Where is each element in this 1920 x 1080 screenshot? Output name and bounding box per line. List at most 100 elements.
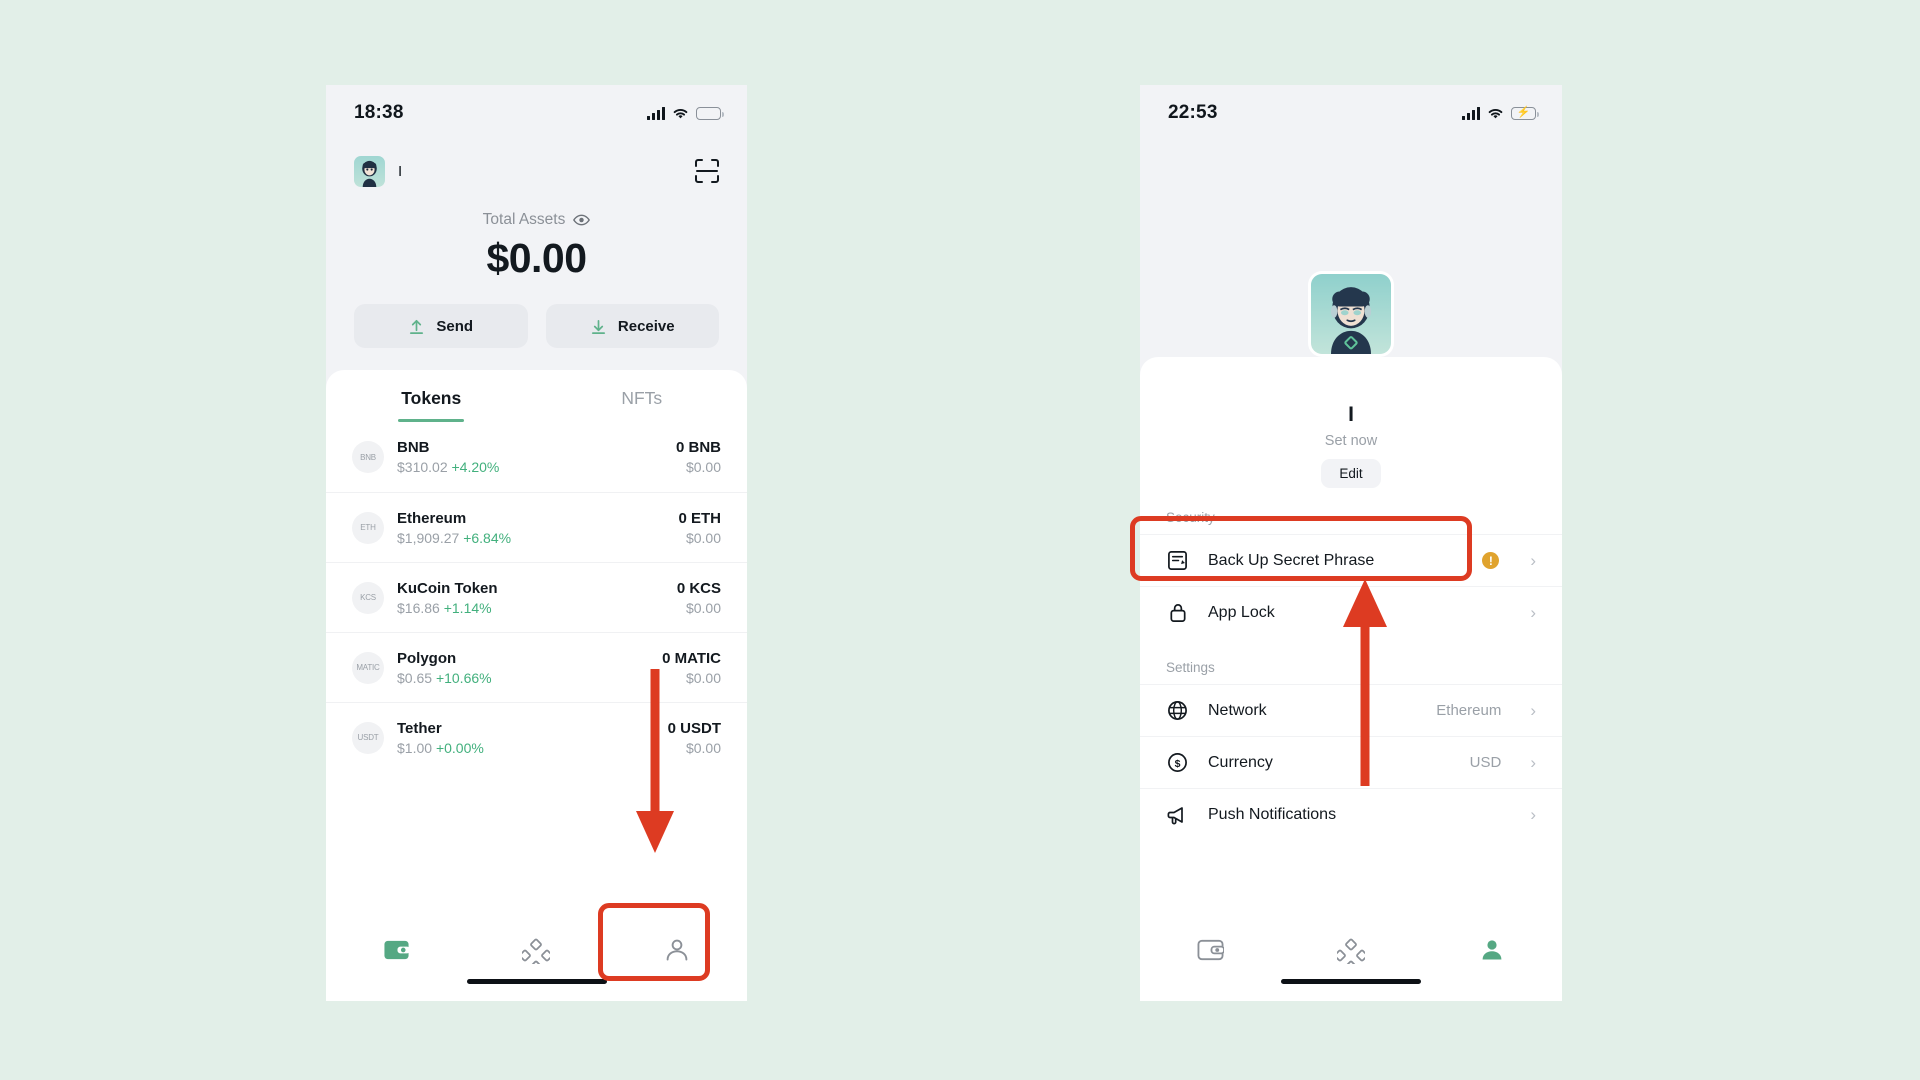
token-logo: ETH bbox=[352, 511, 384, 544]
chevron-right-icon: › bbox=[1530, 753, 1536, 772]
token-name: Tether bbox=[397, 719, 442, 737]
token-value: $0.00 bbox=[685, 529, 721, 546]
arrow-down-icon bbox=[591, 319, 605, 334]
nav-item-discover[interactable] bbox=[1313, 927, 1389, 973]
assets-card: Tokens NFTs BNB BNB $310.02 +4.20% 0 BNB… bbox=[326, 370, 747, 1001]
token-list: BNB BNB $310.02 +4.20% 0 BNB $0.00 ETH E… bbox=[326, 422, 747, 772]
nav-item-wallet[interactable] bbox=[1172, 927, 1248, 973]
token-price-row: $1.00 +0.00% bbox=[397, 740, 655, 756]
charging-bolt-icon: ⚡ bbox=[1516, 106, 1531, 119]
home-indicator bbox=[466, 979, 607, 984]
wifi-icon bbox=[673, 108, 688, 118]
home-indicator bbox=[1281, 979, 1421, 984]
asset-tabs: Tokens NFTs bbox=[326, 370, 747, 422]
settings-row-network[interactable]: Network Ethereum › bbox=[1140, 684, 1562, 736]
token-price-row: $310.02 +4.20% bbox=[397, 459, 663, 475]
status-icons: ⚡ bbox=[1462, 106, 1539, 120]
chevron-right-icon: › bbox=[1530, 551, 1536, 570]
receive-label: Receive bbox=[617, 317, 675, 335]
token-change: +6.84% bbox=[463, 529, 512, 546]
settings-row-label: Network bbox=[1208, 701, 1267, 719]
token-balance: 0 KCS bbox=[676, 579, 721, 597]
table-row[interactable]: USDT Tether $1.00 +0.00% 0 USDT $0.00 bbox=[326, 702, 747, 772]
screenshot-stage: 18:38 I Total Assets $0.00 Send Receive … bbox=[0, 0, 1920, 1080]
token-logo: BNB bbox=[352, 441, 384, 473]
table-row[interactable]: BNB BNB $310.02 +4.20% 0 BNB $0.00 bbox=[326, 422, 747, 492]
section-header-settings: Settings bbox=[1166, 660, 1215, 675]
bottom-navigation bbox=[326, 909, 747, 1001]
status-icons bbox=[647, 106, 724, 120]
token-value: $0.00 bbox=[685, 739, 721, 756]
receive-button[interactable]: Receive bbox=[545, 304, 719, 348]
account-avatar[interactable] bbox=[354, 155, 385, 187]
megaphone-icon bbox=[1166, 803, 1189, 826]
profile-card: I Set now Edit Security Back Up Secret P… bbox=[1140, 357, 1562, 1001]
table-row[interactable]: MATIC Polygon $0.65 +10.66% 0 MATIC $0.0… bbox=[326, 632, 747, 702]
svg-text:$: $ bbox=[1175, 758, 1181, 770]
edit-profile-button[interactable]: Edit bbox=[1321, 459, 1381, 488]
table-row[interactable]: KCS KuCoin Token $16.86 +1.14% 0 KCS $0.… bbox=[326, 562, 747, 632]
nav-item-profile[interactable] bbox=[639, 927, 715, 973]
profile-name: I bbox=[1348, 403, 1354, 426]
token-change: +0.00% bbox=[435, 739, 484, 756]
nav-item-wallet[interactable] bbox=[358, 927, 434, 973]
chevron-right-icon: › bbox=[1530, 805, 1536, 824]
tab-tokens-label: Tokens bbox=[401, 388, 462, 408]
discover-icon bbox=[522, 938, 551, 964]
scan-qr-icon[interactable] bbox=[693, 157, 721, 185]
chevron-right-icon: › bbox=[1530, 603, 1536, 622]
tab-nfts[interactable]: NFTs bbox=[537, 388, 748, 422]
token-name: KuCoin Token bbox=[397, 579, 498, 597]
bottom-navigation bbox=[1140, 909, 1562, 1001]
token-balance: 0 ETH bbox=[678, 509, 721, 527]
wallet-header: I bbox=[326, 141, 747, 195]
battery-charging-icon: ⚡ bbox=[1511, 106, 1539, 120]
token-value: $0.00 bbox=[685, 669, 721, 686]
token-value: $0.00 bbox=[685, 599, 721, 616]
settings-row-value: Ethereum bbox=[1436, 702, 1502, 719]
send-button[interactable]: Send bbox=[354, 304, 528, 348]
status-time: 18:38 bbox=[354, 102, 404, 123]
nav-item-discover[interactable] bbox=[498, 927, 574, 973]
nav-item-profile[interactable] bbox=[1454, 927, 1530, 973]
settings-row-currency[interactable]: $ Currency USD › bbox=[1140, 736, 1562, 788]
settings-row-push-notifications[interactable]: Push Notifications › bbox=[1140, 788, 1562, 840]
settings-row-app-lock[interactable]: App Lock › bbox=[1140, 586, 1562, 638]
status-bar: 18:38 bbox=[326, 85, 747, 141]
chevron-right-icon: › bbox=[1530, 701, 1536, 720]
warning-badge-icon: ! bbox=[1482, 552, 1500, 569]
token-logo: MATIC bbox=[352, 651, 384, 684]
token-price-row: $16.86 +1.14% bbox=[397, 600, 664, 616]
token-value: $0.00 bbox=[685, 459, 721, 475]
token-change: +4.20% bbox=[451, 459, 500, 475]
token-change: +1.14% bbox=[443, 599, 492, 616]
account-switcher[interactable]: I bbox=[354, 155, 402, 187]
lock-icon bbox=[1166, 601, 1189, 624]
profile-icon bbox=[1482, 940, 1502, 960]
tab-tokens[interactable]: Tokens bbox=[326, 388, 537, 422]
status-time: 22:53 bbox=[1168, 102, 1218, 123]
signal-bars-icon bbox=[1462, 106, 1480, 120]
settings-row-label: Currency bbox=[1208, 753, 1273, 771]
table-row[interactable]: ETH Ethereum $1,909.27 +6.84% 0 ETH $0.0… bbox=[326, 492, 747, 562]
settings-row-value: USD bbox=[1469, 754, 1502, 771]
token-price-row: $1,909.27 +6.84% bbox=[397, 530, 665, 546]
profile-icon bbox=[666, 939, 688, 961]
section-header-security: Security bbox=[1166, 510, 1215, 525]
wallet-actions: Send Receive bbox=[326, 282, 747, 348]
token-price-row: $0.65 +10.66% bbox=[397, 670, 649, 686]
token-price: $16.86 bbox=[397, 599, 440, 616]
token-logo: USDT bbox=[352, 721, 384, 754]
token-balance: 0 USDT bbox=[667, 719, 721, 737]
note-edit-icon bbox=[1166, 549, 1189, 572]
token-name: Polygon bbox=[397, 649, 457, 667]
wallet-icon bbox=[1197, 939, 1224, 961]
profile-avatar[interactable] bbox=[1311, 274, 1391, 354]
token-price: $0.65 bbox=[397, 669, 433, 686]
wallet-icon bbox=[384, 940, 410, 960]
battery-icon bbox=[696, 106, 724, 120]
eye-visibility-icon[interactable] bbox=[573, 214, 591, 226]
token-balance: 0 MATIC bbox=[662, 649, 721, 667]
token-price: $1.00 bbox=[397, 739, 433, 756]
settings-row-backup-secret-phrase[interactable]: Back Up Secret Phrase ! › bbox=[1140, 534, 1562, 586]
